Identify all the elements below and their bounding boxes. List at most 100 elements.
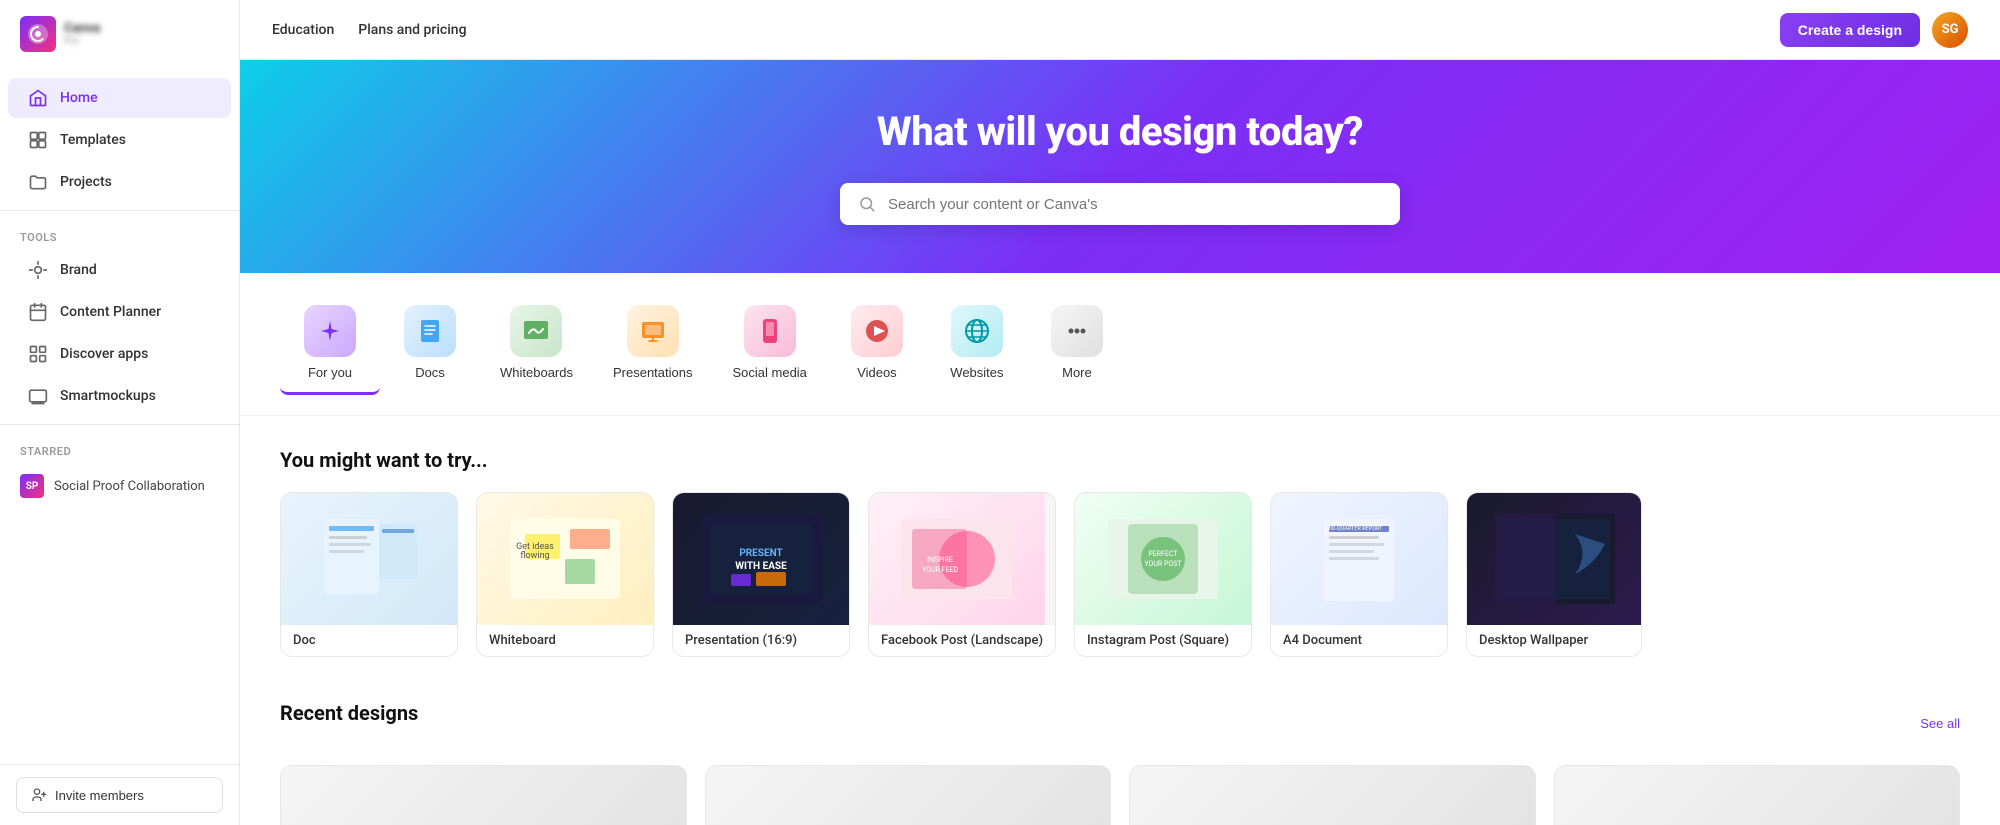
websites-label: Websites	[950, 365, 1003, 380]
logo-text: Canva Pro	[64, 21, 100, 47]
sidebar-item-projects[interactable]: Projects	[8, 162, 231, 202]
globe-icon	[963, 317, 991, 345]
quick-type-for-you[interactable]: For you	[280, 293, 380, 395]
whiteboard-icon	[522, 317, 550, 345]
card-whiteboard[interactable]: Get ideas flowing Whiteboard	[476, 492, 654, 657]
create-design-button[interactable]: Create a design	[1780, 13, 1920, 47]
sidebar-item-smartmockups[interactable]: Smartmockups	[8, 376, 231, 416]
starred-section-label: Starred	[0, 433, 239, 462]
brand-icon	[28, 260, 48, 280]
svg-text:PRESENT: PRESENT	[739, 548, 782, 559]
starred-item-social-proof[interactable]: SP Social Proof Collaboration	[0, 466, 239, 506]
card-presentation[interactable]: PRESENT WITH EASE Presentation (16:9)	[672, 492, 850, 657]
svg-text:WITH EASE: WITH EASE	[735, 561, 787, 572]
top-nav: Education Plans and pricing Create a des…	[240, 0, 2000, 60]
card-a4-image: MID-QUARTER REPORT	[1271, 493, 1447, 625]
card-whiteboard-label: Whiteboard	[477, 625, 653, 656]
try-section-title: You might want to try...	[280, 448, 1960, 472]
presentation-preview: PRESENT WITH EASE	[701, 514, 821, 604]
dots-icon	[1063, 317, 1091, 345]
content-planner-icon	[28, 302, 48, 322]
whiteboards-icon	[510, 305, 562, 357]
topnav-right: Create a design SG	[1780, 12, 1968, 48]
main-content: Education Plans and pricing Create a des…	[240, 0, 2000, 825]
quick-type-videos[interactable]: Videos	[827, 293, 927, 395]
svg-text:flowing: flowing	[520, 551, 549, 561]
doc-preview	[309, 514, 429, 604]
quick-type-whiteboards[interactable]: Whiteboards	[480, 293, 593, 395]
sidebar-item-discover-apps[interactable]: Discover apps	[8, 334, 231, 374]
card-doc-label: Doc	[281, 625, 457, 656]
recent-card-3[interactable]	[1129, 765, 1536, 825]
canva-logo-icon	[27, 23, 49, 45]
card-desktop-label: Desktop Wallpaper	[1467, 625, 1641, 656]
user-avatar[interactable]: SG	[1932, 12, 1968, 48]
play-icon	[863, 317, 891, 345]
sidebar-item-home-label: Home	[60, 90, 98, 106]
card-instagram-post[interactable]: PERFECT YOUR POST Instagram Post (Square…	[1074, 492, 1252, 657]
starred-section: SP Social Proof Collaboration	[0, 462, 239, 510]
quick-type-websites[interactable]: Websites	[927, 293, 1027, 395]
svg-text:MID-QUARTER REPORT: MID-QUARTER REPORT	[1326, 526, 1384, 532]
for-you-icon	[304, 305, 356, 357]
svg-text:YOUR POST: YOUR POST	[1144, 560, 1182, 568]
smartmockups-icon	[28, 386, 48, 406]
quick-type-docs[interactable]: Docs	[380, 293, 480, 395]
sparkle-icon	[316, 317, 344, 345]
invite-members-button[interactable]: Invite members	[16, 777, 223, 813]
topnav-plans[interactable]: Plans and pricing	[358, 18, 466, 42]
card-facebook-image: INSPIRE YOUR FEED	[869, 493, 1045, 625]
hero-heading: What will you design today?	[300, 108, 1940, 155]
sidebar-item-templates[interactable]: Templates	[8, 120, 231, 160]
card-a4-document[interactable]: MID-QUARTER REPORT A4 Document	[1270, 492, 1448, 657]
card-presentation-label: Presentation (16:9)	[673, 625, 849, 656]
sidebar-item-brand[interactable]: Brand	[8, 250, 231, 290]
recent-card-1[interactable]	[280, 765, 687, 825]
card-presentation-image: PRESENT WITH EASE	[673, 493, 849, 625]
sidebar-divider-1	[0, 210, 239, 211]
docs-icon	[404, 305, 456, 357]
recent-card-4[interactable]	[1554, 765, 1961, 825]
more-label: More	[1062, 365, 1092, 380]
quick-type-social-media[interactable]: Social media	[712, 293, 826, 395]
websites-icon	[951, 305, 1003, 357]
card-instagram-label: Instagram Post (Square)	[1075, 625, 1251, 656]
phone-icon	[756, 317, 784, 345]
card-whiteboard-image: Get ideas flowing	[477, 493, 653, 625]
sidebar-item-smartmockups-label: Smartmockups	[60, 388, 156, 404]
card-desktop-image	[1467, 493, 1642, 625]
card-doc[interactable]: Doc	[280, 492, 458, 657]
try-cards-row: Doc Get ideas flowing Whiteboard	[280, 492, 1960, 665]
quick-type-more[interactable]: More	[1027, 293, 1127, 395]
svg-text:YOUR FEED: YOUR FEED	[922, 566, 958, 574]
presentations-icon	[627, 305, 679, 357]
invite-members-label: Invite members	[55, 788, 144, 803]
topnav-education[interactable]: Education	[272, 18, 334, 42]
card-a4-label: A4 Document	[1271, 625, 1447, 656]
quick-type-presentations[interactable]: Presentations	[593, 293, 713, 395]
sidebar-item-templates-label: Templates	[60, 132, 126, 148]
social-media-label: Social media	[732, 365, 806, 380]
quick-types-row: For you Docs Whiteboards	[240, 273, 2000, 416]
presentation-icon	[639, 317, 667, 345]
docs-label: Docs	[415, 365, 445, 380]
starred-item-label: Social Proof Collaboration	[54, 479, 205, 494]
svg-text:PERFECT: PERFECT	[1148, 550, 1178, 558]
tools-section-label: Tools	[0, 219, 239, 248]
card-facebook-post[interactable]: INSPIRE YOUR FEED Facebook Post (Landsca…	[868, 492, 1056, 657]
sidebar-item-discover-apps-label: Discover apps	[60, 346, 148, 362]
sidebar-footer: Invite members	[0, 764, 239, 825]
logo-name: Canva	[64, 21, 100, 36]
for-you-label: For you	[308, 365, 352, 380]
card-desktop-wallpaper[interactable]: Desktop Wallpaper	[1466, 492, 1642, 657]
sidebar-item-brand-label: Brand	[60, 262, 97, 278]
recent-card-2[interactable]	[705, 765, 1112, 825]
whiteboard-preview: Get ideas flowing	[505, 514, 625, 604]
see-all-button[interactable]: See all	[1920, 716, 1960, 731]
invite-icon	[31, 787, 47, 803]
sidebar-nav: Home Templates Projects Tools Brand	[0, 68, 239, 764]
social-media-icon	[744, 305, 796, 357]
sidebar-item-content-planner[interactable]: Content Planner	[8, 292, 231, 332]
search-input[interactable]	[888, 196, 1382, 213]
sidebar-item-home[interactable]: Home	[8, 78, 231, 118]
